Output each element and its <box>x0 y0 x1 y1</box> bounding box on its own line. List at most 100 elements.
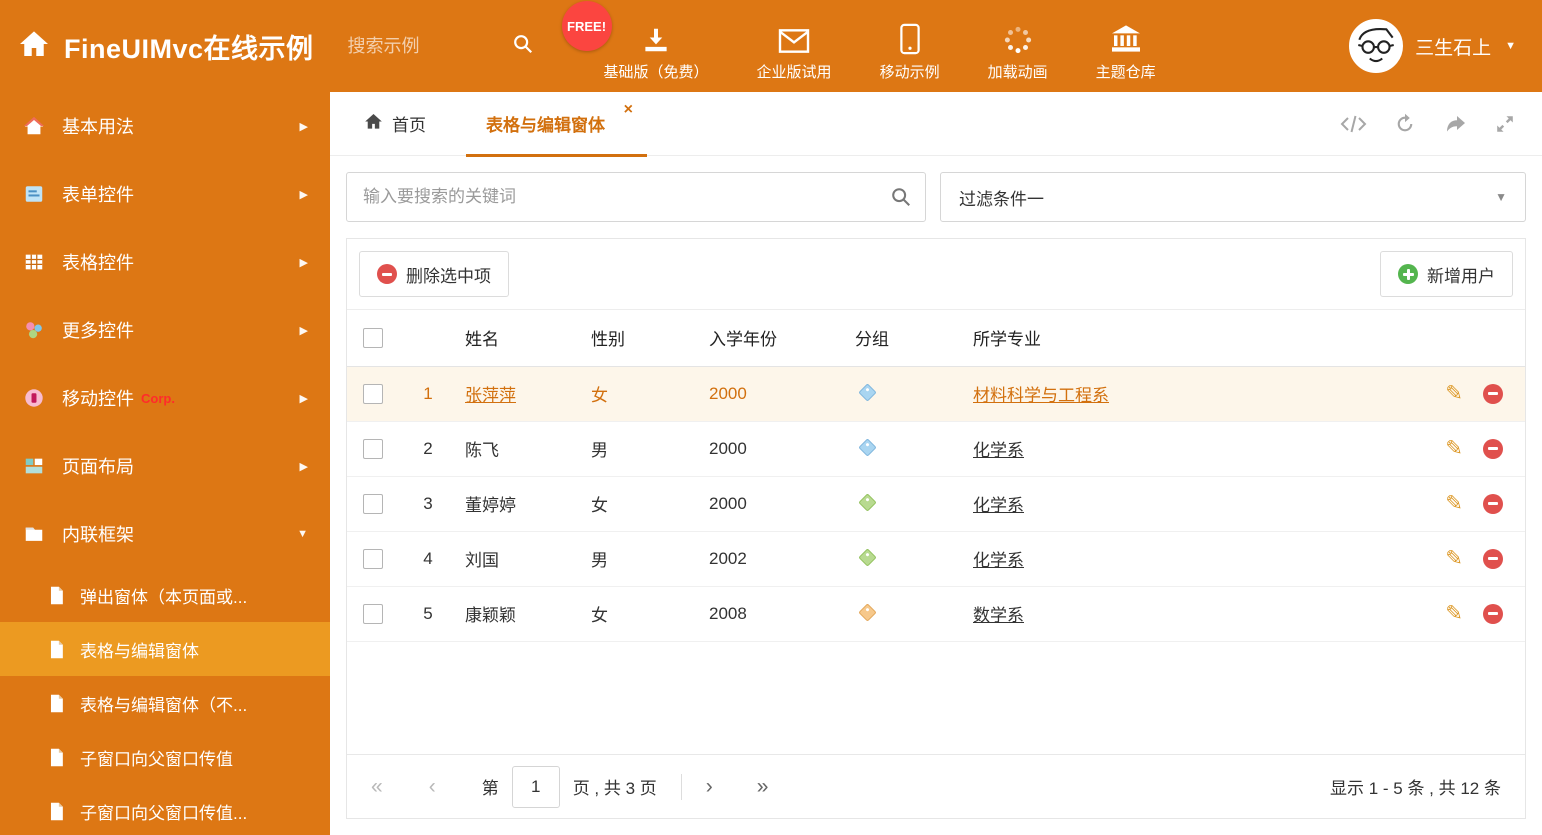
nav-item-basic-free[interactable]: FREE! 基础版（免费） <box>561 0 713 92</box>
search-icon[interactable] <box>890 186 912 213</box>
col-header-year[interactable]: 入学年份 <box>701 310 847 367</box>
delete-icon[interactable] <box>1483 383 1503 404</box>
row-checkbox[interactable] <box>363 438 383 459</box>
prev-page-icon[interactable]: ‹ <box>429 775 436 799</box>
user-menu[interactable]: 三生石上 ▼ <box>1349 19 1542 73</box>
sidebar-item-mobile-controls[interactable]: 移动控件 Corp. ▶ <box>0 364 330 432</box>
grid-panel: 删除选中项 新增用户 姓名 性别 入学年份 分组 所学专业 1 张萍萍 女 20… <box>346 238 1526 819</box>
col-header-group[interactable]: 分组 <box>847 310 965 367</box>
search-icon[interactable] <box>512 33 534 60</box>
delete-icon[interactable] <box>1483 493 1503 514</box>
download-icon <box>641 21 671 55</box>
chevron-right-icon: ▶ <box>299 324 308 337</box>
last-page-icon[interactable]: » <box>757 775 769 799</box>
delete-icon[interactable] <box>1483 438 1503 459</box>
edit-icon[interactable]: ✎ <box>1445 548 1463 569</box>
sidebar-item-grid-controls[interactable]: 表格控件 ▶ <box>0 228 330 296</box>
student-year: 2000 <box>701 421 847 477</box>
chevron-right-icon: ▶ <box>299 256 308 269</box>
col-header-major[interactable]: 所学专业 <box>965 310 1413 367</box>
sidebar-subitem-popup-window[interactable]: 弹出窗体（本页面或... <box>0 568 330 622</box>
table-row[interactable]: 5 康颖颖 女 2008 数学系 ✎ <box>347 586 1525 642</box>
student-gender: 女 <box>583 586 701 642</box>
tab-home[interactable]: 首页 <box>356 92 434 156</box>
home-icon <box>22 115 46 137</box>
row-checkbox[interactable] <box>363 493 383 514</box>
first-page-icon[interactable]: « <box>371 775 383 799</box>
home-icon <box>364 112 383 136</box>
chevron-down-icon: ▼ <box>297 528 308 540</box>
major-link[interactable]: 化学系 <box>973 441 1024 460</box>
nav-item-theme-repo[interactable]: 主题仓库 <box>1092 0 1160 92</box>
source-code-icon[interactable] <box>1340 113 1367 135</box>
add-user-button[interactable]: 新增用户 <box>1380 251 1513 297</box>
sidebar-subitem-grid-edit-window[interactable]: 表格与编辑窗体 <box>0 622 330 676</box>
next-page-icon[interactable]: › <box>706 775 713 799</box>
search-input[interactable] <box>346 172 926 222</box>
fullscreen-icon[interactable] <box>1494 113 1516 135</box>
row-checkbox[interactable] <box>363 603 383 624</box>
app-title: FineUIMvc在线示例 <box>64 33 314 64</box>
sidebar-item-label: 表格控件 <box>62 253 134 273</box>
select-all-checkbox[interactable] <box>363 328 383 348</box>
student-name: 康颖颖 <box>465 606 516 625</box>
col-header-name[interactable]: 姓名 <box>457 310 583 367</box>
share-icon[interactable] <box>1443 113 1467 135</box>
delete-icon[interactable] <box>1483 603 1503 624</box>
nav-item-enterprise-trial[interactable]: 企业版试用 <box>753 0 836 92</box>
sidebar-item-basic-usage[interactable]: 基本用法 ▶ <box>0 92 330 160</box>
student-year: 2000 <box>701 476 847 532</box>
student-gender: 女 <box>583 476 701 532</box>
header-search-input[interactable] <box>347 35 498 57</box>
major-link[interactable]: 化学系 <box>973 551 1024 570</box>
free-badge: FREE! <box>561 1 612 51</box>
major-link[interactable]: 化学系 <box>973 496 1024 515</box>
app-logo[interactable]: FineUIMvc在线示例 <box>0 27 314 66</box>
table-row[interactable]: 3 董婷婷 女 2000 化学系 ✎ <box>347 476 1525 532</box>
chevron-down-icon: ▼ <box>1495 190 1507 204</box>
nav-label: 移动示例 <box>879 64 940 81</box>
row-number: 1 <box>399 366 457 422</box>
delete-icon[interactable] <box>1483 548 1503 569</box>
row-checkbox[interactable] <box>363 383 383 404</box>
delete-selected-button[interactable]: 删除选中项 <box>359 251 509 297</box>
sidebar-item-inline-frame[interactable]: 内联框架 ▼ <box>0 500 330 568</box>
edit-icon[interactable]: ✎ <box>1445 493 1463 514</box>
col-header-actions <box>1413 310 1525 367</box>
sidebar-subitem-child-to-parent-2[interactable]: 子窗口向父窗口传值... <box>0 784 330 835</box>
major-link[interactable]: 数学系 <box>973 606 1024 625</box>
page-number-input[interactable] <box>511 765 560 808</box>
grid-toolbar: 删除选中项 新增用户 <box>347 239 1525 310</box>
chevron-right-icon: ▶ <box>299 460 308 473</box>
table-row[interactable]: 1 张萍萍 女 2000 材料科学与工程系 ✎ <box>347 366 1525 422</box>
spinner-icon <box>1003 21 1033 55</box>
nav-item-loading-animation[interactable]: 加载动画 <box>984 0 1052 92</box>
sidebar-item-more-controls[interactable]: 更多控件 ▶ <box>0 296 330 364</box>
table-header-row: 姓名 性别 入学年份 分组 所学专业 <box>347 310 1525 367</box>
file-icon <box>46 586 66 605</box>
edit-icon[interactable]: ✎ <box>1445 603 1463 624</box>
table-row[interactable]: 4 刘国 男 2002 化学系 ✎ <box>347 531 1525 587</box>
student-year: 2000 <box>701 366 847 422</box>
row-number: 2 <box>399 421 457 477</box>
edit-icon[interactable]: ✎ <box>1445 438 1463 459</box>
major-link[interactable]: 材料科学与工程系 <box>973 386 1109 405</box>
sidebar-item-form-controls[interactable]: 表单控件 ▶ <box>0 160 330 228</box>
sidebar-subitem-child-to-parent[interactable]: 子窗口向父窗口传值 <box>0 730 330 784</box>
nav-item-mobile-demo[interactable]: 移动示例 <box>876 0 944 92</box>
sidebar-subitem-grid-edit-window-2[interactable]: 表格与编辑窗体（不... <box>0 676 330 730</box>
student-name: 刘国 <box>465 551 499 570</box>
row-checkbox[interactable] <box>363 548 383 569</box>
refresh-icon[interactable] <box>1394 113 1416 135</box>
sidebar-item-page-layout[interactable]: 页面布局 ▶ <box>0 432 330 500</box>
sidebar-item-label: 更多控件 <box>62 321 134 341</box>
filter-dropdown[interactable]: 过滤条件一 ▼ <box>940 172 1526 222</box>
table-row[interactable]: 2 陈飞 男 2000 化学系 ✎ <box>347 421 1525 477</box>
col-header-gender[interactable]: 性别 <box>583 310 701 367</box>
nav-label: 企业版试用 <box>756 64 832 81</box>
tab-grid-edit-window[interactable]: 表格与编辑窗体 × <box>466 92 647 157</box>
edit-icon[interactable]: ✎ <box>1445 383 1463 404</box>
header-search <box>347 33 534 60</box>
file-icon <box>46 748 66 767</box>
close-icon[interactable]: × <box>624 101 633 119</box>
